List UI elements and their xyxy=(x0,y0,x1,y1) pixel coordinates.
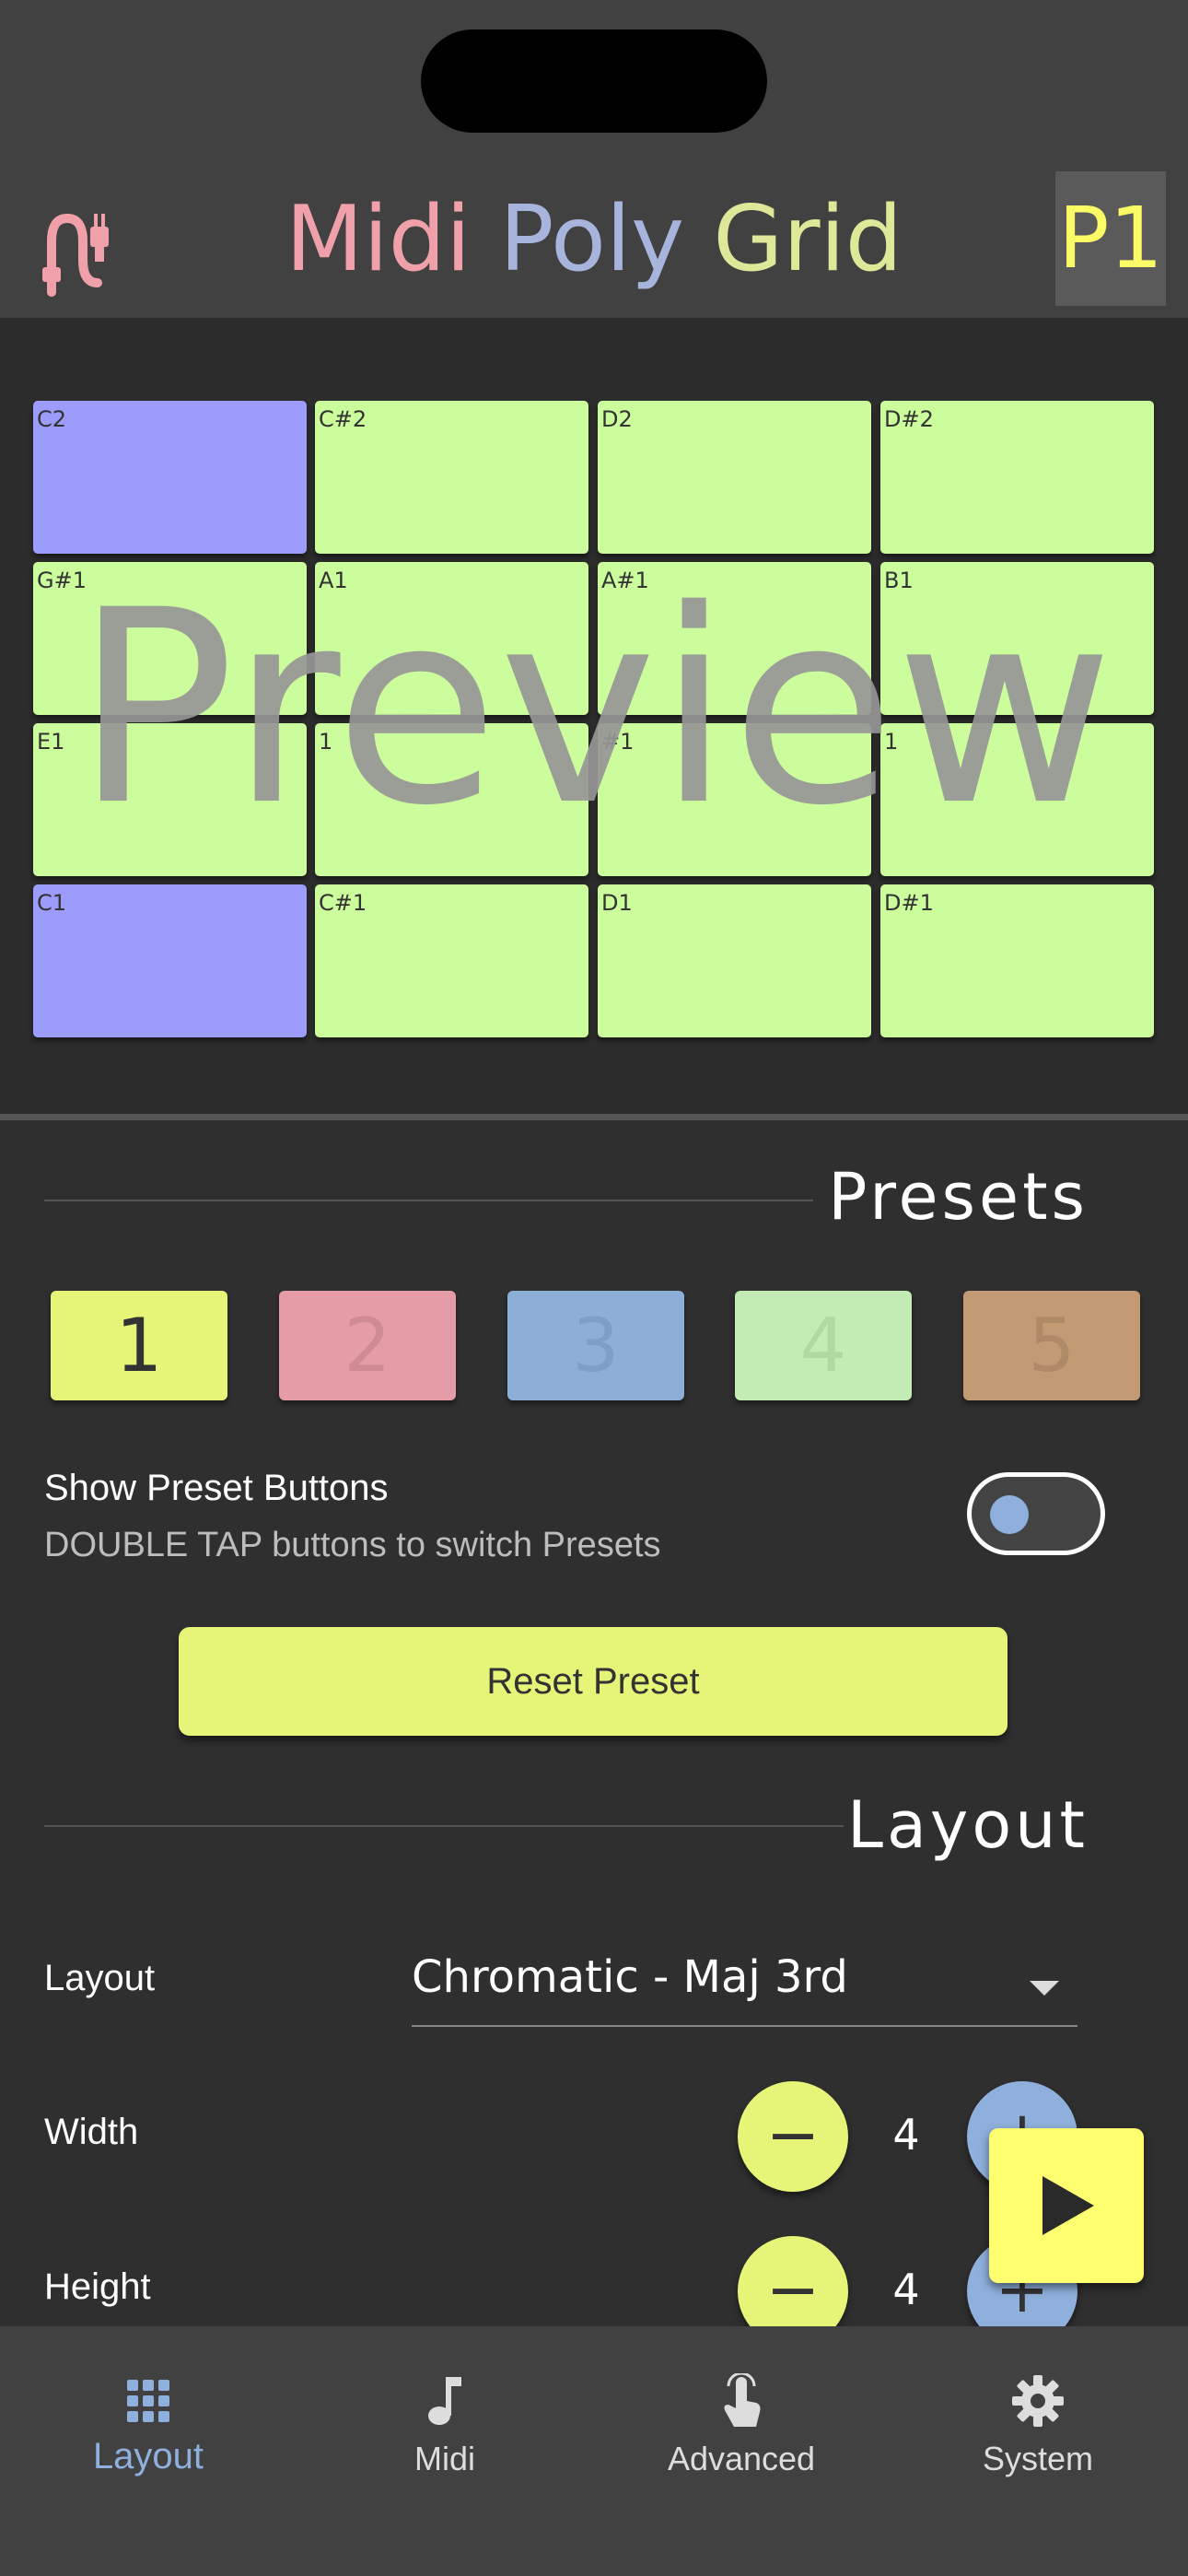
layout-type-value: Chromatic - Maj 3rd xyxy=(412,1951,848,2003)
pad-note-label: C2 xyxy=(37,406,67,432)
width-label: Width xyxy=(44,2112,139,2152)
pad-note-label: C#2 xyxy=(319,406,367,432)
tab-advanced[interactable]: Advanced xyxy=(593,2349,890,2497)
title-word-grid: Grid xyxy=(713,187,903,292)
preset-button-4[interactable]: 4 xyxy=(735,1291,912,1400)
grid-pad[interactable]: C1 xyxy=(33,884,307,1037)
preset-button-3[interactable]: 3 xyxy=(507,1291,684,1400)
status-bar xyxy=(0,0,1188,184)
pad-note-label: C#1 xyxy=(319,890,367,916)
pad-note-label: D#2 xyxy=(884,406,934,432)
tab-midi[interactable]: Midi xyxy=(297,2349,593,2497)
presets-section-title: Presets xyxy=(828,1159,1089,1235)
pad-note-label: G#1 xyxy=(37,568,87,593)
width-value: 4 xyxy=(892,2110,920,2160)
preset-button-5[interactable]: 5 xyxy=(963,1291,1140,1400)
grid-pad[interactable]: A#1 xyxy=(598,562,871,715)
tab-midi-label: Midi xyxy=(413,2440,475,2477)
pad-note-label: A#1 xyxy=(601,568,649,593)
section-divider xyxy=(0,1114,1188,1120)
music-note-icon xyxy=(428,2377,461,2425)
grid-pad[interactable]: E1 xyxy=(33,723,307,876)
grid-pad[interactable]: A1 xyxy=(315,562,588,715)
grid-pad[interactable]: D2 xyxy=(598,401,871,554)
grid-icon xyxy=(127,2380,169,2422)
pad-note-label: E1 xyxy=(37,729,65,755)
layout-type-label: Layout xyxy=(44,1958,156,1998)
tab-layout-label: Layout xyxy=(92,2436,204,2476)
grid-pad[interactable]: D1 xyxy=(598,884,871,1037)
grid-pad[interactable]: D#2 xyxy=(880,401,1154,554)
pad-note-label: D1 xyxy=(601,890,633,916)
app-header: Midi Poly Grid P1 xyxy=(0,171,1188,318)
layout-rule xyxy=(44,1825,844,1827)
show-preset-buttons-hint: DOUBLE TAP buttons to switch Presets xyxy=(44,1526,661,1564)
grid-pad[interactable]: G#1 xyxy=(33,562,307,715)
toggle-knob xyxy=(990,1495,1029,1534)
grid-pad[interactable]: 1 xyxy=(315,723,588,876)
layout-section-title: Layout xyxy=(847,1787,1089,1863)
presets-rule xyxy=(44,1200,813,1201)
grid-pad[interactable]: 1 xyxy=(880,723,1154,876)
gear-icon xyxy=(1012,2375,1064,2427)
height-value: 4 xyxy=(892,2265,920,2314)
tab-layout[interactable]: Layout xyxy=(0,2349,297,2497)
tab-system-label: System xyxy=(982,2440,1094,2477)
play-icon xyxy=(1042,2176,1094,2235)
chevron-down-icon xyxy=(1030,1981,1059,1996)
bottom-tab-bar: Layout Midi Advanced System xyxy=(0,2326,1188,2576)
pad-note-label: D2 xyxy=(601,406,633,432)
pad-grid-preview: C2 C#2 D2 D#2 G#1 A1 A#1 B1 E1 1 #1 1 C1 C#1 D1 D#1 Pre… xyxy=(0,318,1188,1115)
pad-note-label: 1 xyxy=(319,729,333,755)
grid-pad[interactable]: C#1 xyxy=(315,884,588,1037)
pad-note-label: A1 xyxy=(319,568,348,593)
pad-note-label: #1 xyxy=(601,729,635,755)
show-preset-buttons-toggle[interactable] xyxy=(967,1472,1105,1555)
grid-pad[interactable]: B1 xyxy=(880,562,1154,715)
preset-button-1[interactable]: 1 xyxy=(51,1291,227,1400)
height-label: Height xyxy=(44,2266,151,2307)
title-word-midi: Midi xyxy=(285,187,472,292)
current-preset-indicator[interactable]: P1 xyxy=(1055,171,1166,306)
grid-pad[interactable]: #1 xyxy=(598,723,871,876)
touch-icon xyxy=(724,2373,761,2427)
pad-note-label: 1 xyxy=(884,729,899,755)
layout-type-dropdown[interactable]: Chromatic - Maj 3rd xyxy=(412,1944,1077,2027)
tab-system[interactable]: System xyxy=(890,2349,1186,2497)
reset-preset-button[interactable]: Reset Preset xyxy=(179,1627,1007,1736)
grid-pad[interactable]: C#2 xyxy=(315,401,588,554)
preset-button-2[interactable]: 2 xyxy=(279,1291,456,1400)
dynamic-island xyxy=(421,29,767,133)
play-button[interactable] xyxy=(989,2128,1144,2283)
pad-note-label: C1 xyxy=(37,890,67,916)
tab-advanced-label: Advanced xyxy=(667,2440,816,2477)
grid-pad[interactable]: C2 xyxy=(33,401,307,554)
pad-note-label: D#1 xyxy=(884,890,934,916)
grid-pad[interactable]: D#1 xyxy=(880,884,1154,1037)
app-title: Midi Poly Grid xyxy=(0,184,1188,295)
title-word-poly: Poly xyxy=(499,187,685,292)
pad-note-label: B1 xyxy=(884,568,914,593)
show-preset-buttons-label: Show Preset Buttons xyxy=(44,1468,389,1508)
width-decrease-button[interactable]: − xyxy=(738,2081,848,2192)
